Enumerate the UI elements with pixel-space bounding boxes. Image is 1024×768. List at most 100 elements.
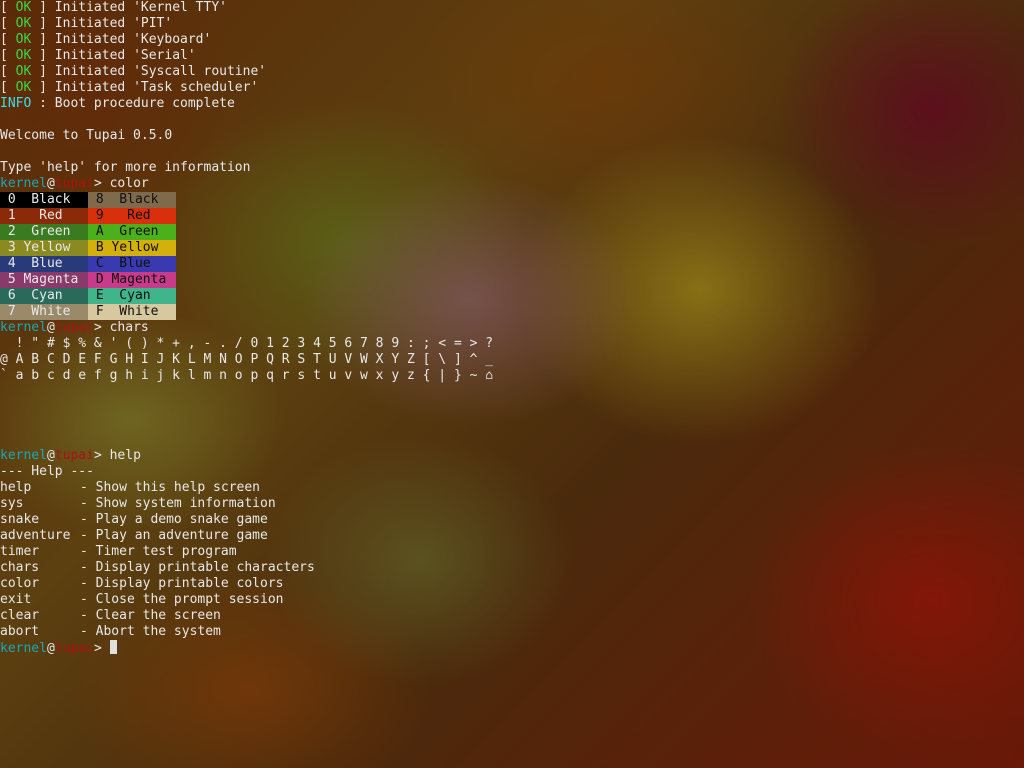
- prompt-user: kernel: [0, 448, 47, 463]
- color-table-row: 2 Green A Green: [0, 224, 1024, 240]
- help-list: help - Show this help screen sys - Show sys…: [0, 480, 1024, 640]
- prompt-symbol: >: [93, 176, 102, 191]
- help-entry: sys - Show system information: [0, 496, 1024, 512]
- info-message: : Boot procedure complete: [31, 96, 235, 111]
- boot-message: Initiated 'Kernel TTY': [54, 0, 227, 15]
- help-entry: chars - Display printable characters: [0, 560, 1024, 576]
- color-swatch-bright: A Green: [88, 224, 176, 240]
- help-entry: abort - Abort the system: [0, 624, 1024, 640]
- boot-log-line: [ OK ] Initiated 'Syscall routine': [0, 64, 267, 79]
- command-text: chars: [101, 320, 149, 335]
- help-command-description: - Close the prompt session: [80, 592, 284, 607]
- help-command-description: - Display printable colors: [80, 576, 284, 591]
- color-table-row: 1 Red 9 Red: [0, 208, 1024, 224]
- help-entry: snake - Play a demo snake game: [0, 512, 1024, 528]
- help-entry: color - Display printable colors: [0, 576, 1024, 592]
- prompt-host: tupai: [54, 176, 94, 191]
- help-command-name: clear: [0, 608, 40, 623]
- info-tag: INFO: [0, 96, 32, 111]
- color-swatch-bright: 8 Black: [88, 192, 176, 208]
- boot-log-line: [ OK ] Initiated 'PIT': [0, 16, 173, 31]
- help-command-description: - Abort the system: [80, 624, 221, 639]
- help-command-description: - Display printable characters: [80, 560, 315, 575]
- help-command-description: - Show this help screen: [80, 480, 261, 495]
- prompt-user: kernel: [0, 176, 47, 191]
- boot-log-line: [ OK ] Initiated 'Task scheduler': [0, 80, 259, 95]
- command-text: help: [101, 448, 141, 463]
- color-table-row: 4 Blue C Blue: [0, 256, 1024, 272]
- chars-row: ! " # $ % & ' ( ) * + , - . / 0 1 2 3 4 …: [0, 336, 494, 351]
- help-entry: help - Show this help screen: [0, 480, 1024, 496]
- prompt-symbol: >: [93, 320, 102, 335]
- color-swatch-normal: 2 Green: [0, 224, 88, 240]
- color-swatch-normal: 6 Cyan: [0, 288, 88, 304]
- desktop-background: [ OK ] Initiated 'Kernel TTY' [ OK ] Ini…: [0, 0, 1024, 768]
- color-swatch-bright: F White: [88, 304, 176, 320]
- hint-message: Type 'help' for more information: [0, 160, 251, 175]
- prompt-host: tupai: [54, 448, 94, 463]
- boot-message: Initiated 'PIT': [54, 16, 173, 31]
- color-swatch-normal: 4 Blue: [0, 256, 88, 272]
- help-command-name: abort: [0, 624, 40, 639]
- prompt-at: @: [46, 641, 55, 656]
- boot-log-line: [ OK ] Initiated 'Keyboard': [0, 32, 212, 47]
- prompt-at: @: [46, 320, 55, 335]
- help-command-description: - Timer test program: [80, 544, 237, 559]
- help-command-description: - Show system information: [80, 496, 276, 511]
- boot-message: Initiated 'Keyboard': [54, 32, 212, 47]
- color-swatch-normal: 5 Magenta: [0, 272, 88, 288]
- help-entry: exit - Close the prompt session: [0, 592, 1024, 608]
- prompt-user: kernel: [0, 320, 47, 335]
- help-command-name: chars: [0, 560, 40, 575]
- help-command-name: snake: [0, 512, 40, 527]
- color-swatch-normal: 3 Yellow: [0, 240, 88, 256]
- prompt-symbol: >: [93, 641, 102, 656]
- help-command-description: - Clear the screen: [80, 608, 221, 623]
- info-line: INFO : Boot procedure complete: [0, 96, 1024, 112]
- boot-message: Initiated 'Task scheduler': [54, 80, 259, 95]
- color-table-row: 3 Yellow B Yellow: [0, 240, 1024, 256]
- color-table-row: 7 White F White: [0, 304, 1024, 320]
- prompt-line: kernel@tupai> color: [0, 176, 1024, 192]
- command-text: color: [101, 176, 149, 191]
- ok-status: OK: [15, 32, 32, 47]
- color-table-row: 5 Magenta D Magenta: [0, 272, 1024, 288]
- prompt-at: @: [46, 176, 55, 191]
- prompt-line: kernel@tupai> help: [0, 448, 1024, 464]
- terminal-output: [ OK ] Initiated 'Kernel TTY' [ OK ] Ini…: [0, 0, 1024, 656]
- color-swatch-bright: D Magenta: [88, 272, 176, 288]
- help-command-name: help: [0, 480, 32, 495]
- boot-message: Initiated 'Syscall routine': [54, 64, 267, 79]
- help-entry: clear - Clear the screen: [0, 608, 1024, 624]
- help-command-description: - Play a demo snake game: [80, 512, 268, 527]
- help-command-name: adventure: [0, 528, 71, 543]
- chars-row: ` a b c d e f g h i j k l m n o p q r s …: [0, 368, 494, 383]
- help-entry: adventure - Play an adventure game: [0, 528, 1024, 544]
- prompt-symbol: >: [93, 448, 102, 463]
- color-swatch-bright: B Yellow: [88, 240, 176, 256]
- active-prompt-line[interactable]: kernel@tupai>: [0, 640, 1024, 656]
- boot-log-line: [ OK ] Initiated 'Serial': [0, 48, 196, 63]
- help-command-description: - Play an adventure game: [80, 528, 268, 543]
- color-table: 0 Black 8 Black 1 Red 9 Red 2 Green A Gr…: [0, 192, 1024, 320]
- boot-message: Initiated 'Serial': [54, 48, 196, 63]
- color-swatch-normal: 1 Red: [0, 208, 88, 224]
- ok-status: OK: [15, 64, 32, 79]
- text-cursor[interactable]: [109, 640, 117, 654]
- ok-status: OK: [15, 48, 32, 63]
- help-command-name: color: [0, 576, 40, 591]
- prompt-line: kernel@tupai> chars: [0, 320, 1024, 336]
- color-table-row: 6 Cyan E Cyan: [0, 288, 1024, 304]
- ok-status: OK: [15, 0, 32, 15]
- help-command-name: sys: [0, 496, 24, 511]
- color-swatch-bright: C Blue: [88, 256, 176, 272]
- color-table-row: 0 Black 8 Black: [0, 192, 1024, 208]
- color-swatch-normal: 7 White: [0, 304, 88, 320]
- prompt-host: tupai: [54, 320, 94, 335]
- color-swatch-bright: E Cyan: [88, 288, 176, 304]
